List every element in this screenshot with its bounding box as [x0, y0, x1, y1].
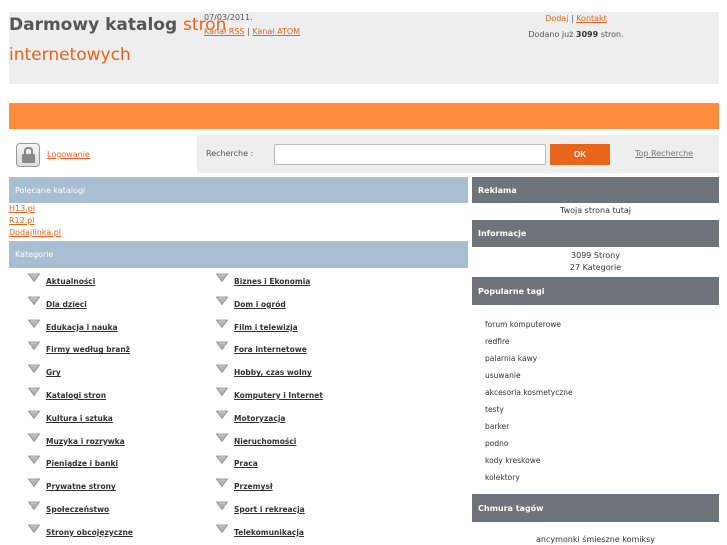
- category-link[interactable]: Prywatne strony: [46, 482, 116, 491]
- tag-cloud-heading: Chmura tagów: [472, 494, 719, 522]
- tag-link[interactable]: barker: [485, 418, 573, 435]
- login-link[interactable]: Logowanie: [47, 150, 90, 159]
- category-link[interactable]: Edukacja i nauka: [46, 323, 118, 332]
- contact-link[interactable]: Kontakt: [576, 14, 607, 23]
- recommended-item[interactable]: H13.pl: [9, 203, 61, 215]
- current-date: 07/03/2011.: [204, 13, 253, 22]
- category-link[interactable]: Hobby, czas wolny: [234, 368, 312, 377]
- search-row: Logowanie Recherche : OK Top Recherche: [9, 133, 719, 175]
- category-link[interactable]: Film i telewizja: [234, 323, 298, 332]
- category-link[interactable]: Przemysł: [234, 482, 273, 491]
- category-link[interactable]: Sport i rekreacja: [234, 505, 305, 514]
- search-ok-button[interactable]: OK: [550, 144, 610, 165]
- site-count-suffix: stron.: [598, 30, 624, 39]
- ad-text[interactable]: Twoja strona tutaj: [472, 206, 719, 215]
- recommended-heading: Polecane katalogi: [9, 177, 468, 203]
- category-link[interactable]: Dla dzieci: [46, 300, 87, 309]
- category-link[interactable]: Firmy według branż: [46, 345, 130, 354]
- atom-feed-link[interactable]: Kanał ATOM: [252, 27, 300, 36]
- top-links: Dodaj | Kontakt: [520, 14, 632, 23]
- category-link[interactable]: Kultura i sztuka: [46, 414, 113, 423]
- tag-link[interactable]: redfire: [485, 333, 573, 350]
- tag-link[interactable]: kolektory: [485, 469, 573, 486]
- site-count: Dodano już 3099 stron.: [504, 30, 648, 39]
- category-link[interactable]: Aktualności: [46, 277, 95, 286]
- tag-link[interactable]: kody kreskowe: [485, 452, 573, 469]
- search-panel: Recherche : OK Top Recherche: [197, 135, 719, 173]
- tag-link[interactable]: podno: [485, 435, 573, 452]
- tag-link[interactable]: forum komputerowe: [485, 316, 573, 333]
- info-pages: 3099 Strony: [571, 251, 620, 260]
- add-site-link[interactable]: Dodaj: [545, 14, 568, 23]
- site-count-value: 3099: [575, 30, 599, 39]
- category-link[interactable]: Muzyka i rozrywka: [46, 437, 125, 446]
- login-box: Logowanie: [9, 135, 197, 173]
- tag-link[interactable]: testy: [485, 401, 573, 418]
- site-title-main: Darmowy katalog: [9, 15, 184, 35]
- feed-links: Kanał RSS | Kanał ATOM: [204, 27, 300, 36]
- search-input[interactable]: [274, 144, 546, 165]
- tag-link[interactable]: usuwanie: [485, 367, 573, 384]
- popular-tags-list: forum komputerowe redfire palarnia kawy …: [485, 316, 573, 486]
- site-title-line2[interactable]: internetowych: [9, 45, 131, 65]
- category-link[interactable]: Społeczeństwo: [46, 505, 109, 514]
- recommended-item[interactable]: R12.pl: [9, 215, 61, 227]
- category-link[interactable]: Fora internetowe: [234, 345, 307, 354]
- category-link[interactable]: Katalogi stron: [46, 391, 106, 400]
- category-link[interactable]: Strony obcojęzyczne: [46, 528, 133, 537]
- search-label: Recherche :: [206, 149, 254, 158]
- recommended-list: H13.pl R12.pl Dodajlinka.pl: [9, 203, 61, 239]
- category-link[interactable]: Motoryzacja: [234, 414, 285, 423]
- categories-heading: Kategorie: [9, 241, 468, 268]
- tag-cloud[interactable]: ancymonki śmieszne komiksy: [472, 535, 719, 544]
- ad-heading: Reklama: [472, 177, 719, 203]
- category-link[interactable]: Dom i ogród: [234, 300, 286, 309]
- site-count-prefix: Dodano już: [528, 30, 576, 39]
- recommended-item[interactable]: Dodajlinka.pl: [9, 227, 61, 239]
- tag-link[interactable]: palarnia kawy: [485, 350, 573, 367]
- category-link[interactable]: Gry: [46, 368, 61, 377]
- tag-link[interactable]: akcesoria kosmetyczne: [485, 384, 573, 401]
- category-link[interactable]: Nieruchomości: [234, 437, 296, 446]
- popular-tags-heading: Popularne tagi: [472, 277, 719, 305]
- top-search-link[interactable]: Top Recherche: [635, 149, 693, 158]
- category-link[interactable]: Pieniądze i banki: [46, 459, 118, 468]
- info-categories: 27 Kategorie: [569, 263, 622, 272]
- lock-icon[interactable]: [16, 143, 40, 167]
- site-title[interactable]: Darmowy katalog stron: [9, 17, 226, 34]
- category-link[interactable]: Komputery i Internet: [234, 391, 323, 400]
- category-link[interactable]: Telekomunikacja: [234, 528, 304, 537]
- rss-feed-link[interactable]: Kanał RSS: [204, 27, 245, 36]
- category-link[interactable]: Biznes i Ekonomia: [234, 277, 310, 286]
- orange-banner-bar: [9, 103, 719, 129]
- category-link[interactable]: Praca: [234, 459, 258, 468]
- info-heading: Informacje: [472, 220, 719, 247]
